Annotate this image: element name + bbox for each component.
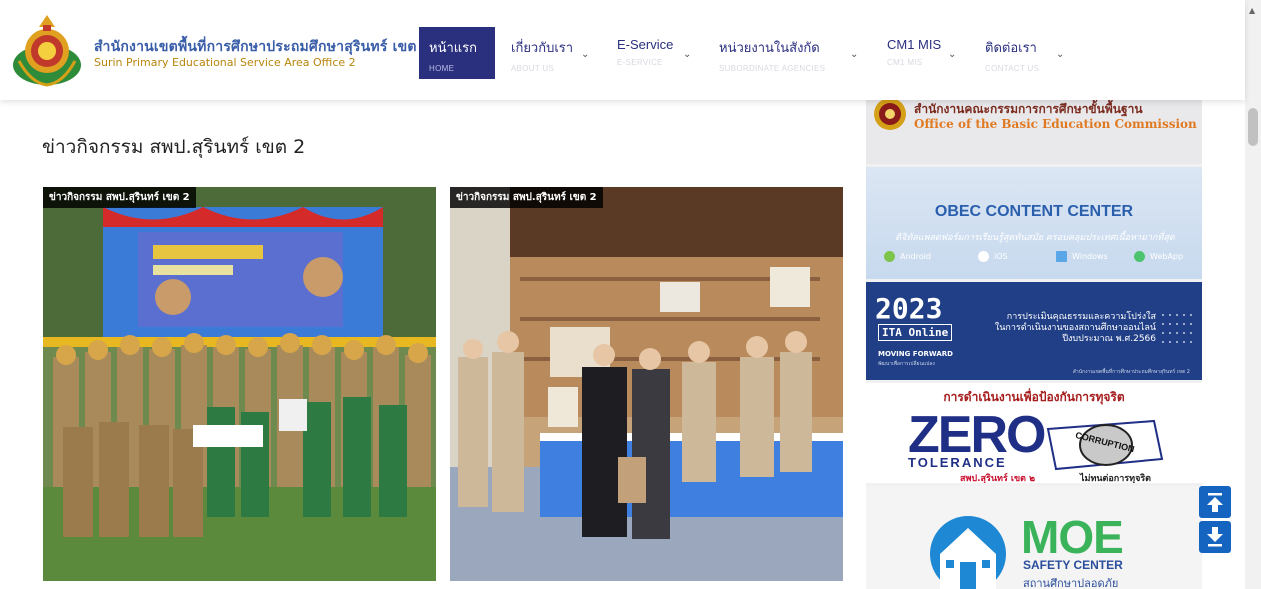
news-photo-scouts[interactable] [43,187,436,581]
chevron-down-icon[interactable]: ⌄ [948,49,956,60]
zero-tolerance: TOLERANCE [908,455,1007,470]
occ-subtitle: ดิจิทัลแพลตฟอร์มการเรียนรู้สุดทันสมัย คร… [895,233,1175,243]
moe-thai-text: สถานศึกษาปลอดภัย [1023,577,1119,589]
ita-desc-line: ปีงบประมาณ พ.ศ.2566 [1062,334,1156,344]
nav-eservice[interactable]: E-Service E-SERVICE [607,27,683,79]
platform-label: Windows [1072,252,1108,261]
school-house-icon [930,516,1006,589]
nav-sublabel: CM1 MIS [887,58,923,67]
zero-office-text: สพป.สุรินทร์ เขต ๒ [960,474,1036,483]
back-to-top-button[interactable] [1199,486,1231,518]
nav-cm1mis[interactable]: CM1 MIS CM1 MIS [877,27,951,79]
moe-safety-center: SAFETY CENTER [1023,558,1123,572]
nav-about[interactable]: เกี่ยวกับเรา ABOUT US [501,27,583,79]
platform-ios: iOS [978,251,1008,262]
school-emblem-icon[interactable] [9,13,85,89]
sidebar-banners: สำนักงานคณะกรรมการการศึกษาขั้นพื้นฐาน Of… [866,100,1202,589]
ita-desc-line: การประเมินคุณธรรมและความโปร่งใส [1006,312,1156,322]
arrow-up-to-line-icon [1207,493,1223,512]
go-to-bottom-button[interactable] [1199,521,1231,553]
scroll-up-arrow-icon[interactable]: ▲ [1249,6,1255,15]
moe-safety-center-banner[interactable]: MOE SAFETY CENTER สถานศึกษาปลอดภัย [866,486,1202,589]
ita-moving-sub: พัฒนาเพื่อการเปลี่ยนแปลง [878,361,935,367]
site-header: สำนักงานเขตพื้นที่การศึกษาประถมศึกษาสุริ… [0,0,1245,100]
category-tag[interactable]: ข่าวกิจกรรม สพป.สุรินทร์ เขต 2 [43,187,196,208]
nav-label: CM1 MIS [887,37,942,52]
nav-home[interactable]: หน้าแรก HOME [419,27,495,79]
site-subtitle[interactable]: Surin Primary Educational Service Area O… [94,56,356,69]
platform-label: WebApp [1150,252,1184,261]
site-title[interactable]: สำนักงานเขตพื้นที่การศึกษาประถมศึกษาสุริ… [94,36,432,58]
nav-agencies[interactable]: หน่วยงานในสังกัด SUBORDINATE AGENCIES [709,27,835,79]
platform-list: Android iOS Windows WebApp [878,251,1194,271]
news-card[interactable]: ข่าวกิจกรรม สพป.สุรินทร์ เขต 2 [450,187,843,581]
ita-online-banner[interactable]: 2023 ITA Online MOVING FORWARD พัฒนาเพื่… [866,282,1202,380]
news-photo-ceremony[interactable] [450,187,843,581]
nav-sublabel: SUBORDINATE AGENCIES [719,64,826,73]
chevron-down-icon[interactable]: ⌄ [581,49,589,60]
nav-label: E-Service [617,37,674,52]
ita-desc-line: ในการดำเนินงานของสถานศึกษาออนไลน์ [994,323,1156,333]
ita-footer: สำนักงานเขตพื้นที่การศึกษาประถมศึกษาสุริ… [1072,369,1190,375]
arrow-down-to-line-icon [1207,527,1223,547]
scrollbar-thumb[interactable] [1248,108,1258,146]
nav-sublabel: HOME [429,64,455,73]
page-scrollbar[interactable]: ▲ [1245,0,1261,589]
nav-label: เกี่ยวกับเรา [511,40,574,55]
chevron-down-icon[interactable]: ⌄ [850,49,858,60]
news-card[interactable]: ข่าวกิจกรรม สพป.สุรินทร์ เขต 2 [43,187,436,581]
moe-title: MOE [1021,511,1124,563]
platform-label: iOS [994,252,1008,261]
zero-corruption-banner[interactable]: การดำเนินงานเพื่อป้องกันการทุจริต ZERO C… [866,383,1202,483]
dot-grid-decoration [1162,314,1192,343]
platform-android: Android [884,251,931,262]
obec-banner[interactable]: สำนักงานคณะกรรมการการศึกษาขั้นพื้นฐาน Of… [866,100,1202,164]
occ-title: OBEC CONTENT CENTER [934,203,1134,220]
obec-title-en: Office of the Basic Education Commission [914,117,1197,131]
nav-sublabel: E-SERVICE [617,58,663,67]
nav-sublabel: CONTACT US [985,64,1040,73]
section-title: ข่าวกิจกรรม สพป.สุรินทร์ เขต 2 [42,136,306,158]
web-icon [1134,251,1145,262]
chevron-down-icon[interactable]: ⌄ [1056,49,1064,60]
corruption-stamp-icon: CORRUPTION [1046,419,1164,471]
nav-label: ติดต่อเรา [985,40,1037,55]
nav-sublabel: ABOUT US [511,64,555,73]
ita-year: 2023 [875,292,943,325]
ita-description: การประเมินคุณธรรมและความโปร่งใส ในการดำเ… [956,312,1156,345]
apple-icon [978,251,989,262]
obec-logo-icon [874,100,906,130]
platform-windows: Windows [1056,251,1108,262]
nav-label: หน้าแรก [429,40,477,55]
chevron-down-icon[interactable]: ⌄ [683,49,691,60]
nav-contact[interactable]: ติดต่อเรา CONTACT US [975,27,1049,79]
ita-moving-forward: MOVING FORWARD [878,350,953,358]
nav-label: หน่วยงานในสังกัด [719,40,820,55]
platform-webapp: WebApp [1134,251,1183,262]
windows-icon [1056,251,1067,262]
platform-label: Android [900,252,931,261]
android-icon [884,251,895,262]
zero-slogan-text: ไม่ทนต่อการทุจริต [1080,474,1152,483]
category-tag[interactable]: ข่าวกิจกรรม สพป.สุรินทร์ เขต 2 [450,187,603,208]
ita-online-label: ITA Online [878,324,953,341]
obec-content-center-banner[interactable]: OBEC CONTENT CENTER ดิจิทัลแพลตฟอร์มการเ… [866,167,1202,279]
